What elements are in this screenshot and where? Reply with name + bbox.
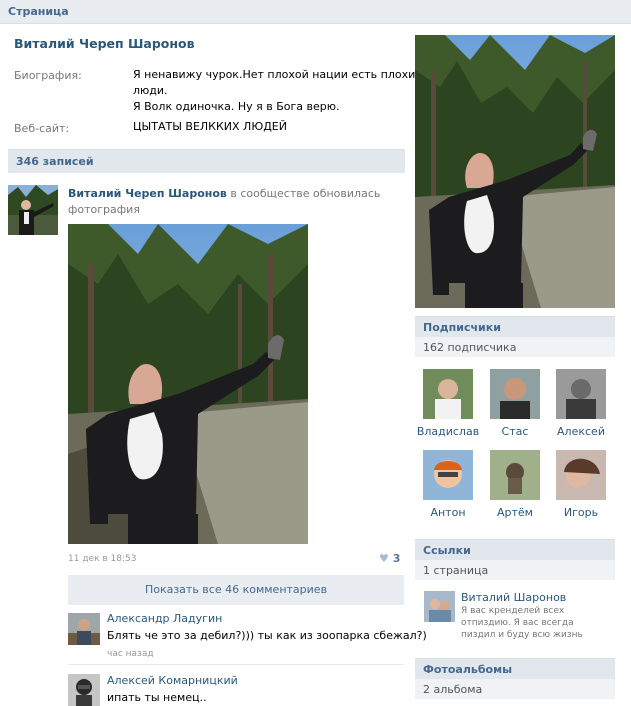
follower-name: Стас <box>501 425 529 438</box>
comment-author[interactable]: Александр Ладугин <box>107 612 222 625</box>
avatar <box>556 450 606 500</box>
comment-author[interactable]: Алексей Комарницкий <box>107 674 238 687</box>
follower-name: Игорь <box>563 506 599 519</box>
website-value: ЦЫТАТЫ ВЕЛККИХ ЛЮДЕЙ <box>133 120 287 133</box>
link-name[interactable]: Виталий Шаронов <box>461 591 566 604</box>
avatar <box>423 450 473 500</box>
follower-card[interactable]: Артём <box>482 450 548 519</box>
wall-count-label: 346 записей <box>16 155 94 168</box>
follower-card[interactable]: Алексей <box>548 369 614 438</box>
page-header-title: Страница <box>8 5 69 18</box>
links-count-bar[interactable]: 1 страница <box>415 560 615 580</box>
website-label: Веб-сайт: <box>14 122 70 135</box>
comment-text: ипать ты немец.. <box>107 691 207 704</box>
albums-header[interactable]: Фотоальбомы <box>415 658 615 679</box>
link-desc-line: Я вас кренделей всех <box>461 606 565 616</box>
follower-name: Владислав <box>416 425 480 438</box>
post-author-link[interactable]: Виталий Череп Шаронов <box>68 187 227 200</box>
bio-label: Биография: <box>14 69 82 82</box>
comment-divider <box>68 664 404 665</box>
albums-count: 2 альбома <box>423 683 483 696</box>
comment-avatar[interactable] <box>68 674 100 706</box>
links-count: 1 страница <box>423 564 489 577</box>
post-date[interactable]: 11 дек в 18:53 <box>68 554 136 564</box>
links-header[interactable]: Ссылки <box>415 539 615 560</box>
albums-count-bar[interactable]: 2 альбома <box>415 679 615 699</box>
link-desc-line: пиздил и буду всю жизнь <box>461 630 583 640</box>
avatar <box>556 369 606 419</box>
wall-count-bar[interactable]: 346 записей <box>8 149 405 173</box>
post-photo[interactable] <box>68 224 308 544</box>
comment-avatar[interactable] <box>68 613 100 645</box>
post-action-text-2: фотография <box>68 203 140 216</box>
bio-line-3: Я Волк одиночка. Ну я в Бога верю. <box>133 100 340 113</box>
links-title: Ссылки <box>423 544 471 557</box>
avatar <box>490 450 540 500</box>
post-action-text: в сообществе обновилась <box>226 187 381 200</box>
comment-time[interactable]: час назад <box>107 649 154 659</box>
post-header: Виталий Череп Шаронов в сообществе обнов… <box>68 186 398 218</box>
bio-line-2: люди. <box>133 84 168 97</box>
profile-photo[interactable] <box>415 35 615 308</box>
page-header-bar: Страница <box>0 0 631 24</box>
post-like-button[interactable]: ♥ 3 <box>379 552 400 565</box>
follower-card[interactable]: Владислав <box>415 369 481 438</box>
follower-name: Антон <box>430 506 466 519</box>
follower-card[interactable]: Антон <box>415 450 481 519</box>
profile-name: Виталий Череп Шаронов <box>14 36 195 51</box>
followers-count: 162 подписчика <box>423 341 517 354</box>
link-description: Я вас кренделей всех отпиздию. Я вас все… <box>461 605 583 641</box>
follower-name: Алексей <box>557 425 605 438</box>
avatar <box>423 369 473 419</box>
show-all-comments-button[interactable]: Показать все 46 комментариев <box>68 575 404 605</box>
avatar <box>490 369 540 419</box>
follower-card[interactable]: Стас <box>482 369 548 438</box>
comment-text: Блять че это за дебил?))) ты как из зооп… <box>107 629 427 642</box>
post-author-avatar[interactable] <box>8 185 58 235</box>
followers-title: Подписчики <box>423 321 501 334</box>
link-desc-line: отпиздию. Я вас всегда <box>461 618 574 628</box>
follower-card[interactable]: Игорь <box>548 450 614 519</box>
bio-line-1: Я ненавижу чурок.Нет плохой нации есть п… <box>133 68 423 81</box>
link-avatar[interactable] <box>424 591 455 622</box>
followers-count-bar[interactable]: 162 подписчика <box>415 337 615 357</box>
albums-title: Фотоальбомы <box>423 663 513 676</box>
post-like-count: 3 <box>392 552 401 565</box>
followers-header[interactable]: Подписчики <box>415 316 615 337</box>
follower-name: Артём <box>497 506 533 519</box>
heart-icon: ♥ <box>379 552 389 565</box>
